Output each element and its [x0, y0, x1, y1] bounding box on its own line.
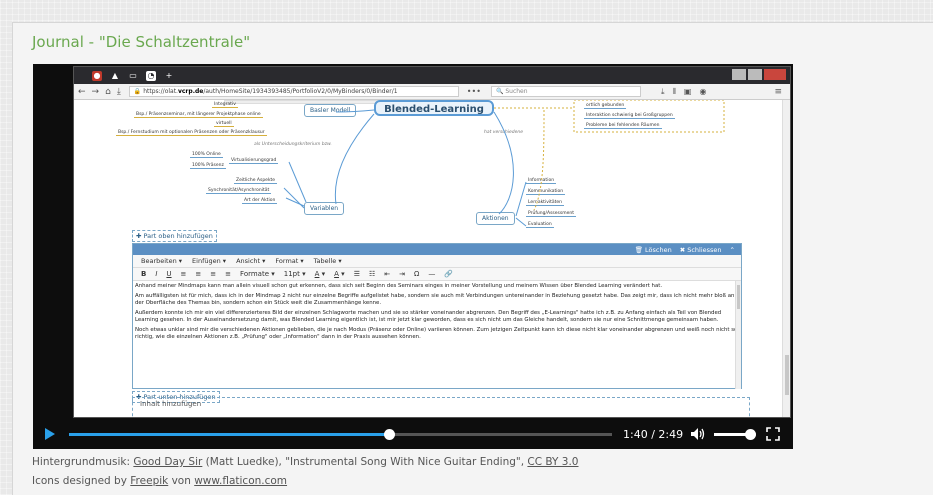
page-scrollbar [782, 100, 790, 417]
align-right-icon: ≡ [210, 270, 217, 278]
align-justify-icon: ≡ [225, 270, 232, 278]
seek-handle[interactable] [384, 429, 396, 440]
freepik-link[interactable]: Freepik [130, 475, 168, 487]
lock-icon: 🔒 [133, 88, 144, 95]
forward-icon: → [91, 86, 100, 97]
link-icon: 🔗 [444, 270, 454, 278]
back-icon: ← [78, 86, 86, 97]
addon-icon: ◉ [699, 86, 707, 96]
text-color-icon: A ▾ [314, 270, 326, 278]
icon-credit: Icons designed by Freepik von www.flatic… [32, 475, 287, 487]
url-field: 🔒 https://olat. vcrp.de/auth/HomeSite/193… [128, 86, 459, 97]
license-link[interactable]: CC BY 3.0 [527, 456, 578, 468]
editor-paragraph: Noch etwas unklar sind mir die verschied… [135, 327, 738, 340]
menu-bearbeiten: Bearbeiten ▾ [141, 257, 183, 265]
video-frame-browser-screenshot: ● ▲ ▭ ◔ + ← → ⌂ ⤓ 🔒 https://olat. vcrp.de/au… [73, 66, 791, 418]
mindmap-connectors [283, 100, 725, 227]
part-top-label: Part oben hinzufügen [143, 232, 213, 240]
seek-bar[interactable] [69, 429, 612, 440]
volume-slider[interactable] [714, 429, 756, 440]
text-editor: 🗑 Löschen ✖ Schliessen ⌃ Bearbeiten ▾ Ei… [132, 243, 742, 389]
firefox-icon: ● [92, 70, 102, 81]
play-icon[interactable] [45, 428, 55, 440]
page-title: Journal - "Die Schaltzentrale" [32, 33, 251, 51]
delete-action: 🗑 Löschen [634, 245, 672, 254]
menu-ansicht: Ansicht ▾ [236, 257, 266, 265]
url-rest: /auth/HomeSite/1934393485/PortfolioV2/0/… [203, 88, 398, 95]
editor-content: Anhand meiner Mindmaps kann man allein v… [133, 281, 741, 341]
browser-url-bar: ← → ⌂ ⤓ 🔒 https://olat. vcrp.de/auth/HomeSit… [74, 84, 790, 100]
editor-toolbar: B I U ≡ ≡ ≡ ≡ Formate ▾ 11pt ▾ A ▾ A ▾ ☰… [133, 268, 741, 281]
home-icon: ⌂ [105, 86, 111, 97]
menu-tabelle: Tabelle ▾ [313, 257, 342, 265]
library-icon: ⫴ [672, 86, 676, 96]
font-size-dropdown: 11pt ▾ [283, 270, 306, 278]
editor-paragraph: Am auffälligsten ist für mich, dass ich … [135, 293, 735, 306]
bold-icon: B [141, 270, 147, 278]
underline-icon: U [166, 270, 172, 278]
part-top-add-button: ✚ Part oben hinzufügen [132, 230, 217, 242]
flaticon-link[interactable]: www.flaticon.com [194, 475, 287, 487]
mindmap: Blended-Learning Basler Modell Variablen… [74, 100, 790, 230]
up-arrow-icon: ▲ [111, 71, 119, 80]
volume-handle[interactable] [744, 429, 756, 440]
highlight-icon: A ▾ [334, 270, 345, 278]
editor-scrollbar [735, 281, 741, 389]
icons-prefix: Icons designed by [32, 475, 131, 487]
outdent-icon: ⇤ [384, 270, 391, 278]
page-actions-icon: ••• [466, 87, 481, 96]
bullet-list-icon: ☰ [353, 270, 360, 278]
browser-search-field: 🔍 Suchen [490, 86, 641, 97]
volume-icon[interactable] [690, 427, 706, 441]
window-icon: ▭ [129, 71, 137, 80]
time-display: 1:40 / 2:49 [623, 428, 684, 441]
close-action: ✖ Schliessen [679, 245, 722, 254]
extension-icon: ▣ [683, 86, 692, 96]
editor-paragraph: Anhand meiner Mindmaps kann man allein v… [135, 283, 663, 289]
close-label: Schliessen [687, 245, 722, 254]
italic-icon: I [155, 270, 158, 278]
editor-menubar: Bearbeiten ▾ Einfügen ▾ Ansicht ▾ Format… [133, 255, 741, 268]
download-icon: ⤓ [116, 86, 121, 97]
editor-header: 🗑 Löschen ✖ Schliessen ⌃ [133, 244, 741, 255]
numbered-list-icon: ☷ [368, 270, 376, 278]
player-controls: 1:40 / 2:49 [33, 419, 793, 449]
window-controls [732, 69, 786, 80]
special-char-icon: Ω [414, 270, 420, 278]
content-add-label: Inhalt hinzufügen [140, 400, 202, 408]
align-center-icon: ≡ [195, 270, 202, 278]
formats-dropdown: Formate ▾ [240, 270, 275, 278]
horizontal-rule-icon: — [428, 270, 436, 278]
content-add-box [132, 397, 750, 417]
music-prefix: Hintergrundmusik: [32, 456, 134, 468]
music-mid: (Matt Luedke), "Instrumental Song With N… [202, 456, 528, 468]
menu-format: Format ▾ [275, 257, 304, 265]
active-tab-icon: ◔ [146, 70, 156, 81]
fullscreen-icon[interactable] [766, 427, 780, 441]
song-link[interactable]: Good Day Sir [133, 456, 202, 468]
seek-played [69, 433, 390, 436]
indent-icon: ⇥ [399, 270, 406, 278]
align-left-icon: ≡ [180, 270, 187, 278]
url-host: vcrp.de [177, 88, 204, 95]
url-prefix: https://olat. [143, 88, 178, 95]
downloads-icon: ⤓ [660, 86, 665, 96]
new-tab-icon: + [165, 71, 173, 80]
editor-paragraph: Außerdem konnte ich mir ein viel differe… [135, 310, 722, 323]
video-player[interactable]: ● ▲ ▭ ◔ + ← → ⌂ ⤓ 🔒 https://olat. vcrp.de/au… [33, 64, 793, 449]
icons-mid: von [168, 475, 195, 487]
browser-tab-bar: ● ▲ ▭ ◔ + [74, 67, 790, 84]
music-credit: Hintergrundmusik: Good Day Sir (Matt Lue… [32, 456, 579, 468]
menu-einfuegen: Einfügen ▾ [192, 257, 227, 265]
hamburger-menu-icon: ≡ [774, 86, 782, 97]
collapse-icon: ⌃ [729, 245, 735, 254]
search-placeholder: Suchen [505, 88, 528, 95]
delete-label: Löschen [645, 245, 672, 254]
